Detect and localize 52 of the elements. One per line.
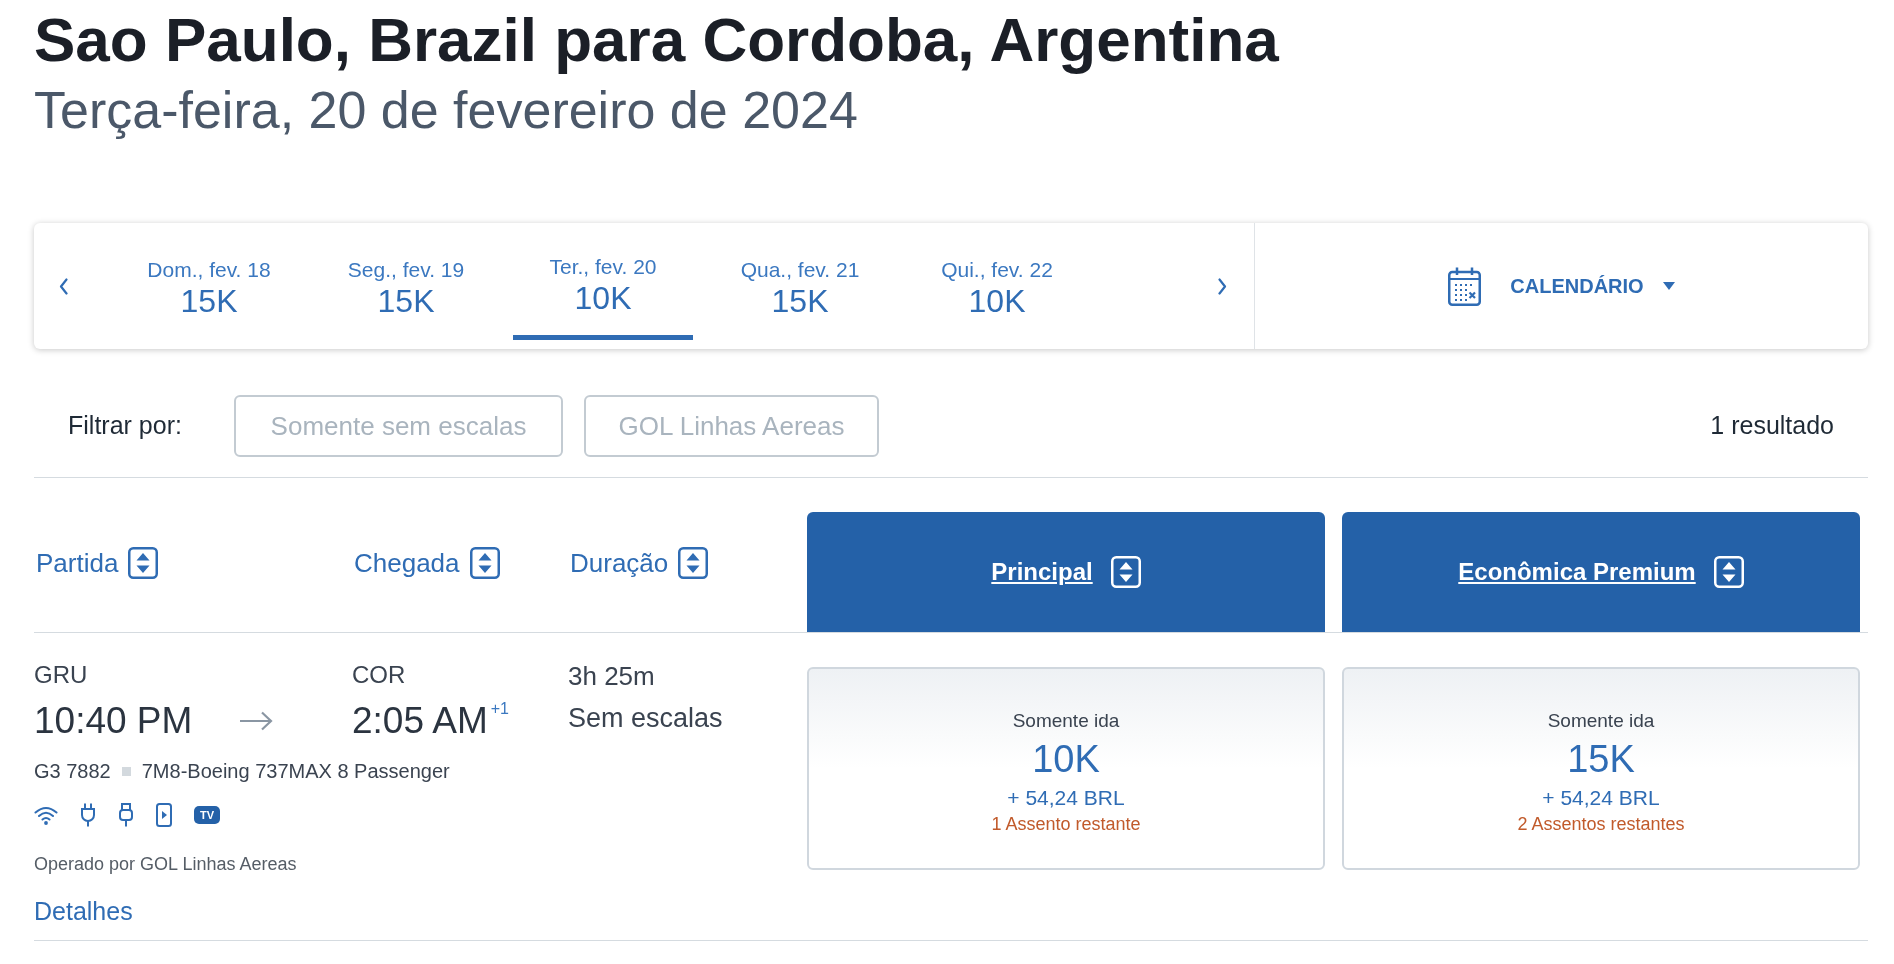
sort-icon [469,547,500,579]
sort-column-header[interactable]: Chegada [354,547,500,579]
usb-plug-icon [118,803,134,827]
origin-airport-code: GRU [34,660,88,690]
stops-info: Sem escalas [568,702,723,735]
wifi-icon [34,805,58,825]
arrival-time: 2:05 AM [352,699,488,743]
departure-time: 10:40 PM [34,699,193,743]
details-link[interactable]: Detalhes [34,896,133,926]
caret-down-icon [1662,282,1675,290]
flight-number: G3 7882 [34,759,111,784]
sort-icon [678,547,709,579]
next-day-indicator: +1 [490,699,509,719]
separator-square-icon [121,766,131,776]
fare-column-header[interactable]: Principal [807,512,1325,632]
date-tab[interactable]: Qua., fev. 21 15K [710,223,890,340]
fare-trip-type: Somente ida [1012,709,1120,733]
flight-duration: 3h 25m [568,660,655,692]
aircraft-type: 7M8-Boeing 737MAX 8 Passenger [141,759,450,784]
calendar-button[interactable]: CALENDÁRIO [1448,266,1675,306]
filter-label: Filtrar por: [68,411,182,440]
sort-column-header[interactable]: Duração [570,547,709,579]
tv-badge: TV [194,806,220,824]
operator-note: Operado por GOL Linhas Aereas [34,853,297,876]
sort-icon [1110,556,1141,588]
date-tab[interactable]: Qui., fev. 22 10K [907,223,1087,340]
arrow-right-icon [240,711,274,731]
fare-taxes: + 54,24 BRL [1542,785,1660,811]
sort-icon [1713,556,1744,588]
date-tab[interactable]: Seg., fev. 19 15K [316,223,496,340]
chevron-right-icon[interactable] [1218,277,1227,295]
fare-miles: 10K [1032,737,1100,781]
fare-miles: 15K [1567,737,1635,781]
sort-column-header[interactable]: Partida [36,547,159,579]
fare-taxes: + 54,24 BRL [1007,785,1125,811]
phone-play-icon [156,803,172,827]
chevron-left-icon[interactable] [59,277,68,295]
page-subtitle: Terça-feira, 20 de fevereiro de 2024 [34,80,859,140]
fare-option-card[interactable]: Somente ida 15K + 54,24 BRL 2 Assentos restantes [1342,667,1860,870]
fare-column-header[interactable]: Econômica Premium [1342,512,1860,632]
seats-remaining: 1 Assento restante [991,813,1141,835]
power-plug-icon [80,803,96,827]
calendar-icon [1448,266,1482,306]
result-count: 1 resultado [1710,410,1834,442]
fare-trip-type: Somente ida [1547,709,1655,733]
fare-option-card[interactable]: Somente ida 10K + 54,24 BRL 1 Assento restante [807,667,1325,870]
date-tab[interactable]: Ter., fev. 20 10K [513,223,693,340]
destination-airport-code: COR [352,660,406,690]
sort-icon [128,547,159,579]
date-tab[interactable]: Dom., fev. 18 15K [119,223,299,340]
page-title: Sao Paulo, Brazil para Cordoba, Argentina [34,4,1280,76]
seats-remaining: 2 Assentos restantes [1517,813,1685,835]
